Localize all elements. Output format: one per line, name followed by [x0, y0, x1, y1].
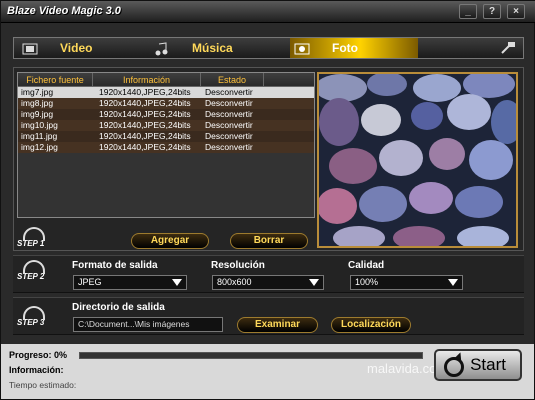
cell-status: Desconvertir [205, 120, 253, 130]
progress-bar [79, 352, 423, 359]
table-row[interactable]: img10.jpg 1920x1440,JPEG,24bits Desconve… [18, 120, 314, 131]
step-arrow-icon [23, 306, 45, 320]
tab-photo[interactable]: Foto [290, 38, 418, 58]
tools-icon[interactable] [500, 41, 516, 60]
cell-status: Desconvertir [205, 131, 253, 141]
cell-info: 1920x1440,JPEG,24bits [99, 98, 191, 108]
format-label: Formato de salida [72, 260, 158, 271]
cell-status: Desconvertir [205, 87, 253, 97]
cell-info: 1920x1440,JPEG,24bits [99, 120, 191, 130]
start-button[interactable]: Start [434, 349, 522, 381]
tab-video[interactable]: Video [22, 38, 142, 58]
chevron-down-icon[interactable] [172, 279, 182, 286]
cell-file: img7.jpg [21, 87, 54, 97]
pebbles-image [319, 74, 516, 246]
quality-label: Calidad [348, 260, 385, 271]
table-row[interactable]: img12.jpg 1920x1440,JPEG,24bits Desconve… [18, 142, 314, 153]
music-note-icon [154, 42, 170, 56]
chevron-down-icon[interactable] [309, 279, 319, 286]
cell-info: 1920x1440,JPEG,24bits [99, 109, 191, 119]
output-dir-field[interactable]: C:\Document...\Mis imágenes [73, 317, 223, 332]
file-list-header: Fichero fuente Información Estado [18, 73, 314, 87]
step-3-indicator: STEP 3 [17, 306, 45, 327]
output-format-section: STEP 2 Formato de salida JPEG Resolución… [13, 255, 524, 293]
cell-file: img9.jpg [21, 109, 54, 119]
close-button[interactable]: × [507, 4, 525, 19]
cell-info: 1920x1440,JPEG,24bits [99, 131, 191, 141]
window-title: Blaze Video Magic 3.0 [7, 5, 121, 17]
remove-button[interactable]: Borrar [230, 233, 308, 249]
output-dir-section: STEP 3 Directorio de salida C:\Document.… [13, 297, 524, 335]
title-bar[interactable]: Blaze Video Magic 3.0 _ ? × [1, 1, 535, 23]
main-tabs: Video Música Foto [13, 37, 524, 59]
chevron-down-icon[interactable] [448, 279, 458, 286]
image-preview [317, 72, 518, 248]
film-icon [22, 42, 38, 56]
minimize-button[interactable]: _ [459, 4, 477, 19]
col-status[interactable]: Estado [201, 73, 264, 86]
tab-photo-label: Foto [332, 41, 358, 55]
progress-label: Progreso: 0% [9, 350, 68, 360]
format-value: JPEG [78, 277, 102, 287]
table-row[interactable]: img9.jpg 1920x1440,JPEG,24bits Desconver… [18, 109, 314, 120]
cell-file: img8.jpg [21, 98, 54, 108]
cell-file: img10.jpg [21, 120, 58, 130]
info-label: Información: [9, 365, 64, 375]
cell-info: 1920x1440,JPEG,24bits [99, 142, 191, 152]
cell-file: img11.jpg [21, 131, 58, 141]
time-label: Tiempo estimado: [9, 380, 77, 390]
format-select[interactable]: JPEG [73, 275, 187, 290]
table-row[interactable]: img11.jpg 1920x1440,JPEG,24bits Desconve… [18, 131, 314, 142]
quality-value: 100% [355, 277, 379, 287]
file-list[interactable]: Fichero fuente Información Estado img7.j… [17, 72, 315, 218]
locate-button[interactable]: Localización [331, 317, 411, 333]
resolution-label: Resolución [211, 260, 265, 271]
cell-file: img12.jpg [21, 142, 58, 152]
table-row[interactable]: img8.jpg 1920x1440,JPEG,24bits Desconver… [18, 98, 314, 109]
tab-music-label: Música [192, 41, 233, 55]
help-button[interactable]: ? [483, 4, 501, 19]
cell-status: Desconvertir [205, 142, 253, 152]
table-row[interactable]: img7.jpg 1920x1440,JPEG,24bits Desconver… [18, 87, 314, 98]
cell-status: Desconvertir [205, 98, 253, 108]
step-2-indicator: STEP 2 [17, 260, 45, 281]
photo-icon [294, 42, 310, 56]
refresh-icon [444, 357, 464, 377]
tab-music[interactable]: Música [154, 38, 264, 58]
app-window: Blaze Video Magic 3.0 _ ? × Video Música… [0, 0, 535, 400]
cell-status: Desconvertir [205, 109, 253, 119]
cell-info: 1920x1440,JPEG,24bits [99, 87, 191, 97]
resolution-value: 800x600 [217, 277, 252, 287]
tab-video-label: Video [60, 41, 93, 55]
output-dir-label: Directorio de salida [72, 302, 165, 313]
col-info[interactable]: Información [93, 73, 201, 86]
step-1-indicator: STEP 1 [17, 227, 45, 248]
col-source[interactable]: Fichero fuente [18, 73, 93, 86]
progress-value: 0% [54, 350, 68, 360]
step-arrow-icon [23, 260, 45, 274]
add-button[interactable]: Agregar [131, 233, 209, 249]
start-label: Start [470, 355, 506, 374]
quality-select[interactable]: 100% [350, 275, 463, 290]
resolution-select[interactable]: 800x600 [212, 275, 324, 290]
browse-button[interactable]: Examinar [237, 317, 318, 333]
